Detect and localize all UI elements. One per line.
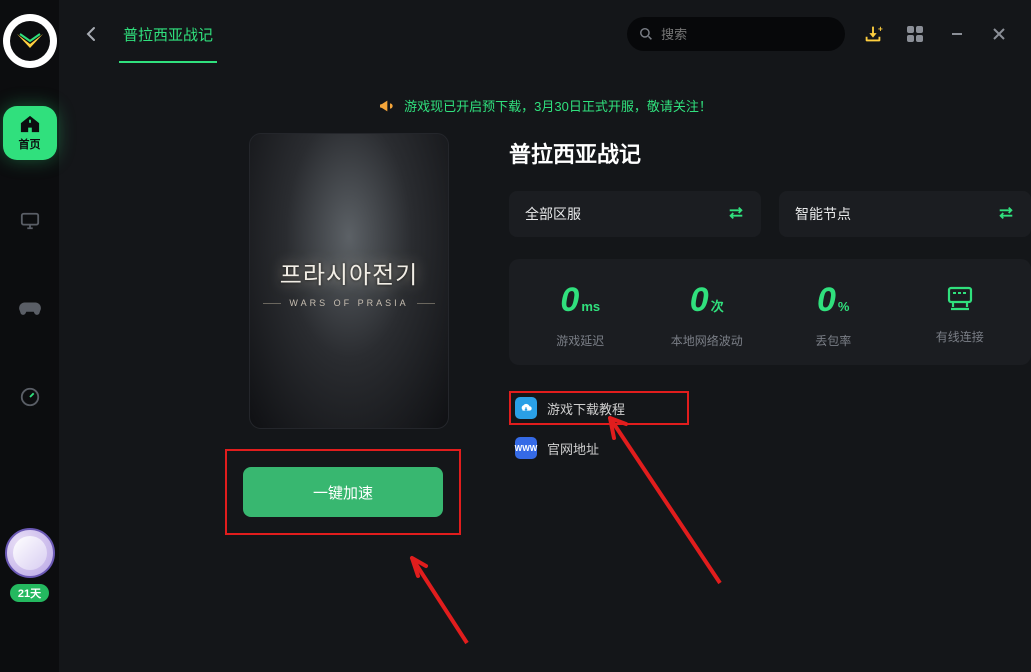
nav-monitor[interactable] [3,194,57,248]
node-selector-label: 智能节点 [795,204,851,224]
svg-text:+: + [878,24,883,33]
tutorial-highlight-box: 游戏下载教程 [509,391,689,425]
game-title: 普拉西亚战记 [509,137,1031,169]
ethernet-icon [943,285,977,318]
latency-label: 游戏延迟 [556,332,604,349]
topbar: 普拉西亚战记 + [59,0,1031,68]
nav-home[interactable]: 首页 [3,106,57,160]
nav-speed[interactable] [3,370,57,424]
loss-label: 丢包率 [815,332,851,349]
official-site-link[interactable]: WWW 官网地址 [509,433,1031,463]
nav-home-label: 首页 [19,136,41,152]
boost-button[interactable]: 一键加速 [243,467,443,517]
minimize-icon [950,27,964,41]
grid-button[interactable] [901,20,929,48]
days-remaining-badge: 21天 [10,584,49,602]
stat-connection: 有线连接 [897,281,1024,349]
close-button[interactable] [985,20,1013,48]
search-box[interactable] [627,17,845,51]
connection-label: 有线连接 [936,328,984,345]
main-area: 普拉西亚战记 + [59,0,1031,672]
www-icon: WWW [515,437,537,459]
announcement-banner: 游戏现已开启预下载，3月30日正式开服，敬请关注！ [59,96,1031,115]
region-selector[interactable]: 全部区服 [509,191,761,237]
stat-jitter: 0 次 本地网络波动 [644,281,771,349]
jitter-unit: 次 [711,296,724,315]
close-icon [992,27,1006,41]
back-button[interactable] [77,20,105,48]
stats-panel: 0 ms 游戏延迟 0 次 本地网络波动 0 [509,259,1031,365]
official-site-label: 官网地址 [547,439,599,458]
active-game-tab[interactable]: 普拉西亚战记 [119,6,217,63]
grid-icon [906,25,924,43]
gamepad-icon [18,300,42,318]
user-avatar[interactable] [5,528,55,578]
game-cover: 프라시아전기 WARS OF PRASIA [249,133,449,429]
region-selector-label: 全部区服 [525,204,581,224]
swap-icon [727,205,745,224]
chevron-left-icon [86,26,96,42]
download-button[interactable]: + [859,20,887,48]
jitter-label: 本地网络波动 [671,332,743,349]
loss-value: 0 [817,281,836,320]
gauge-icon [19,386,41,408]
sidebar: 首页 21天 [0,0,59,672]
cover-title: 프라시아전기 [280,255,418,290]
cloud-download-icon [515,397,537,419]
jitter-value: 0 [690,281,709,320]
cover-subtitle: WARS OF PRASIA [289,298,408,308]
app-logo [3,14,57,68]
latency-value: 0 [560,281,579,320]
node-selector[interactable]: 智能节点 [779,191,1031,237]
megaphone-icon [378,98,394,114]
loss-unit: % [838,299,850,314]
stat-latency: 0 ms 游戏延迟 [517,281,644,349]
minimize-button[interactable] [943,20,971,48]
latency-unit: ms [581,299,600,314]
download-icon: + [862,23,884,45]
monitor-icon [19,211,41,231]
download-tutorial-link[interactable]: 游戏下载教程 [515,393,625,423]
search-icon [639,26,653,42]
swap-icon [997,205,1015,224]
download-tutorial-label: 游戏下载教程 [547,399,625,418]
user-section: 21天 [5,528,55,602]
nav-games[interactable] [3,282,57,336]
logo-glyph-icon [15,32,45,50]
home-icon [19,114,41,134]
stat-packet-loss: 0 % 丢包率 [770,281,897,349]
boost-highlight-box: 一键加速 [225,449,461,535]
announcement-text: 游戏现已开启预下载，3月30日正式开服，敬请关注！ [404,96,712,115]
search-input[interactable] [661,27,833,42]
